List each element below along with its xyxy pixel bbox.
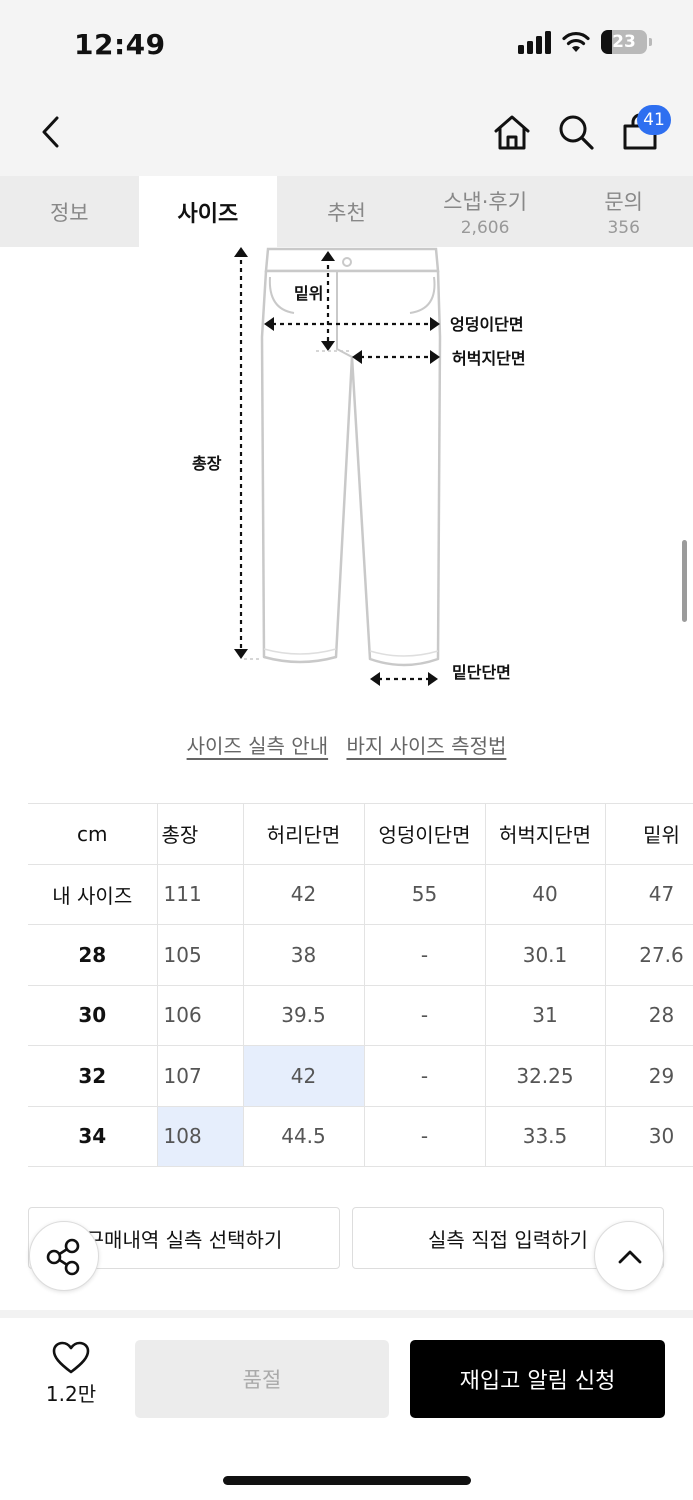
table-cell: 33.5 xyxy=(485,1106,606,1167)
table-cell: 44.5 xyxy=(243,1106,365,1167)
table-cell-highlighted: 108 xyxy=(157,1106,244,1167)
table-cell: 107 xyxy=(157,1045,244,1107)
size-label: 30 xyxy=(28,985,158,1046)
tab-label: 추천 xyxy=(327,200,366,225)
table-header-row: cm 총장 허리단면 엉덩이단면 허벅지단면 밑위 xyxy=(28,803,693,865)
table-cell: 40 xyxy=(485,864,606,925)
table-row: 34 108 44.5 - 33.5 30 xyxy=(28,1106,693,1167)
table-header-cell: cm xyxy=(28,803,158,865)
pants-button xyxy=(342,257,352,267)
table-cell: 42 xyxy=(243,864,365,925)
home-indicator xyxy=(223,1476,471,1485)
table-row: 28 105 38 - 30.1 27.6 xyxy=(28,924,693,986)
tab-snap-review[interactable]: 스냅·후기 2,606 xyxy=(416,176,555,247)
size-label: 32 xyxy=(28,1045,158,1107)
label-hip: 엉덩이단면 xyxy=(450,315,524,334)
tab-label: 스냅·후기 xyxy=(443,189,528,214)
table-header-cell: 허리단면 xyxy=(243,803,365,865)
like-button[interactable]: 1.2만 xyxy=(38,1340,104,1407)
tab-count: 2,606 xyxy=(460,217,510,238)
chevron-up-icon xyxy=(618,1250,642,1264)
button-label: 구매내역 실측 선택하기 xyxy=(85,1227,283,1252)
table-row: 32 107 42 - 32.25 29 xyxy=(28,1045,693,1107)
tab-label: 사이즈 xyxy=(177,201,239,227)
size-guide-links: 사이즈 실측 안내 바지 사이즈 측정법 xyxy=(0,730,693,759)
table-cell: 28 xyxy=(605,985,693,1046)
tab-size[interactable]: 사이즈 xyxy=(138,176,278,247)
table-cell-highlighted: 42 xyxy=(243,1045,365,1107)
table-cell: 105 xyxy=(157,924,244,986)
measurement-actions: 구매내역 실측 선택하기 실측 직접 입력하기 xyxy=(28,1207,668,1269)
soldout-button: 품절 xyxy=(135,1340,389,1418)
tab-count: 356 xyxy=(607,217,640,238)
restock-alert-button[interactable]: 재입고 알림 신청 xyxy=(410,1340,665,1418)
pants-size-diagram: 밑위 엉덩이단면 허벅지단면 총장 밑단단면 xyxy=(192,247,526,686)
table-cell: - xyxy=(364,1106,486,1167)
table-cell: 38 xyxy=(243,924,365,986)
tab-qna[interactable]: 문의 356 xyxy=(554,176,693,247)
table-row: 30 106 39.5 - 31 28 xyxy=(28,985,693,1046)
tab-recommend[interactable]: 추천 xyxy=(277,176,416,247)
label-thigh: 허벅지단면 xyxy=(452,349,526,368)
nav-bar: 41 xyxy=(0,90,693,176)
label-rise: 밑위 xyxy=(294,284,323,303)
wifi-icon xyxy=(562,31,590,52)
status-time: 12:49 xyxy=(74,28,166,61)
table-header-cell: 허벅지단면 xyxy=(485,803,606,865)
table-cell: - xyxy=(364,1045,486,1107)
status-bar: 12:49 23 xyxy=(0,0,693,90)
battery-icon: 23 xyxy=(601,30,652,54)
tab-info[interactable]: 정보 xyxy=(0,176,139,247)
table-row: 내 사이즈 111 42 55 40 47 xyxy=(28,864,693,925)
table-cell: 29 xyxy=(605,1045,693,1107)
label-length: 총장 xyxy=(192,454,222,473)
pants-outline xyxy=(260,269,442,667)
table-cell: 30.1 xyxy=(485,924,606,986)
share-button[interactable] xyxy=(29,1221,99,1291)
search-icon[interactable] xyxy=(556,112,596,152)
table-cell: 30 xyxy=(605,1106,693,1167)
table-cell: - xyxy=(364,985,486,1046)
scrollbar-thumb[interactable] xyxy=(682,540,687,622)
bottom-purchase-bar: 1.2만 품절 재입고 알림 신청 xyxy=(0,1318,693,1500)
label-hem: 밑단단면 xyxy=(452,663,511,682)
table-header-cell: 엉덩이단면 xyxy=(364,803,486,865)
size-label: 34 xyxy=(28,1106,158,1167)
heart-icon xyxy=(52,1341,90,1374)
table-cell: 55 xyxy=(364,864,486,925)
chevron-left-icon[interactable] xyxy=(36,112,68,152)
size-table: cm 총장 허리단면 엉덩이단면 허벅지단면 밑위 내 사이즈 111 42 5… xyxy=(28,803,693,1167)
button-label: 품절 xyxy=(242,1368,282,1392)
table-cell: 31 xyxy=(485,985,606,1046)
pants-waistband xyxy=(264,247,440,273)
like-count: 1.2만 xyxy=(45,1382,97,1406)
size-label: 28 xyxy=(28,924,158,986)
my-size-label: 내 사이즈 xyxy=(28,864,158,925)
scroll-to-top-button[interactable] xyxy=(594,1221,664,1291)
share-icon xyxy=(46,1238,80,1276)
tab-label: 정보 xyxy=(49,200,89,225)
status-icons: 23 xyxy=(518,30,652,54)
table-cell: - xyxy=(364,924,486,986)
table-header-cell: 밑위 xyxy=(605,803,693,865)
home-icon[interactable] xyxy=(492,112,532,152)
battery-level xyxy=(601,30,612,54)
button-label: 실측 직접 입력하기 xyxy=(428,1227,588,1252)
table-cell: 111 xyxy=(157,864,244,925)
size-guide-link[interactable]: 사이즈 실측 안내 xyxy=(187,734,329,758)
table-cell: 39.5 xyxy=(243,985,365,1046)
product-tabs: 정보 사이즈 추천 스냅·후기 2,606 문의 356 xyxy=(0,176,693,247)
table-cell: 27.6 xyxy=(605,924,693,986)
table-cell: 106 xyxy=(157,985,244,1046)
table-header-cell: 총장 xyxy=(157,803,244,865)
section-divider xyxy=(0,1310,693,1318)
measure-howto-link[interactable]: 바지 사이즈 측정법 xyxy=(346,734,506,758)
battery-percent: 23 xyxy=(612,32,636,52)
tab-label: 문의 xyxy=(604,189,643,214)
table-cell: 32.25 xyxy=(485,1045,606,1107)
button-label: 재입고 알림 신청 xyxy=(459,1369,616,1394)
cellular-signal-icon xyxy=(518,30,551,54)
cart-count-badge: 41 xyxy=(637,105,671,135)
table-cell: 47 xyxy=(605,864,693,925)
